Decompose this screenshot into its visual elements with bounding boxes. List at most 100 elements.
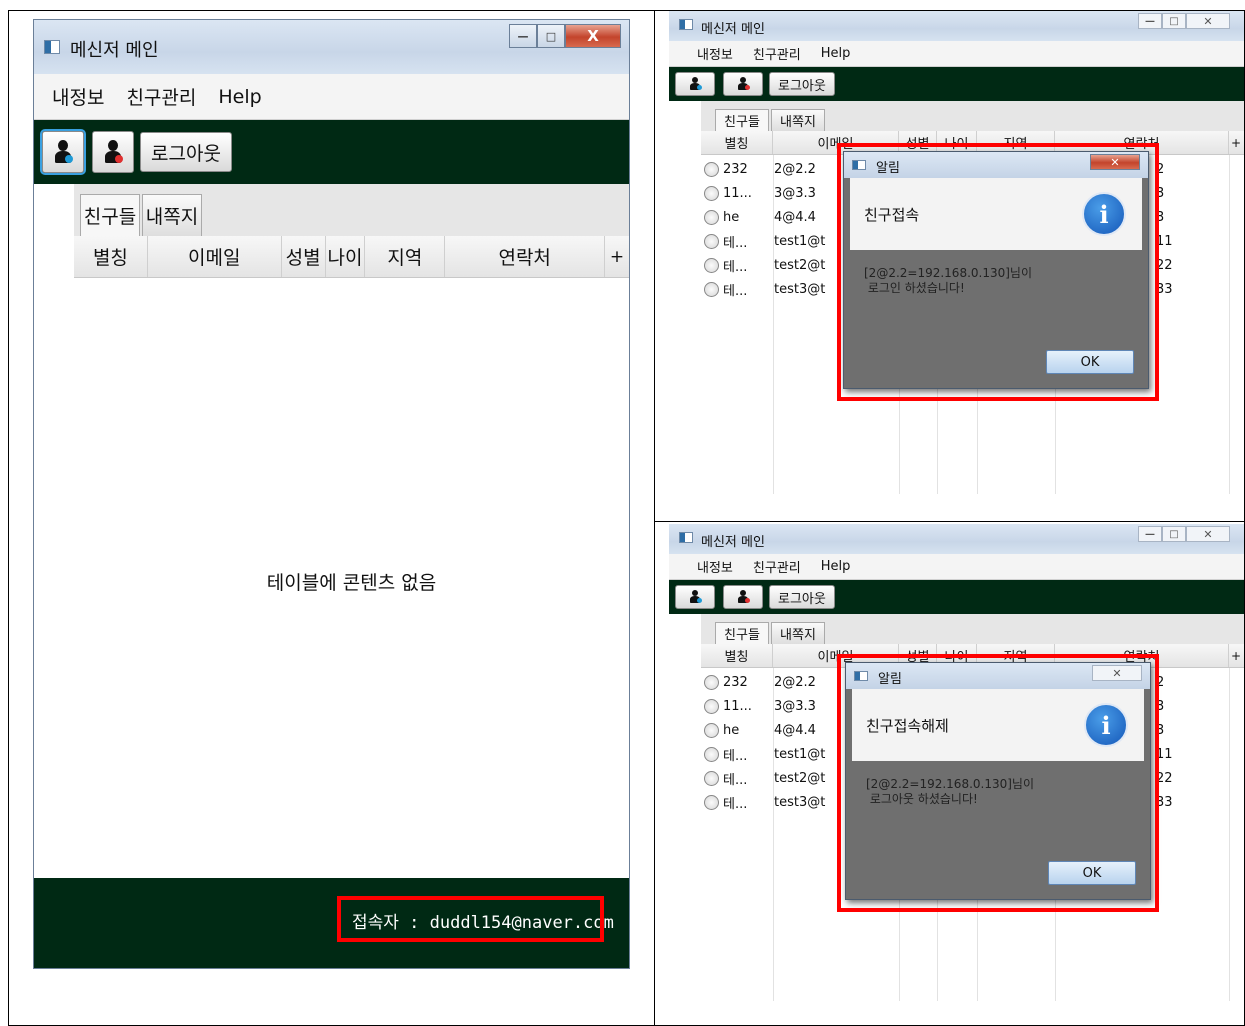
logout-button[interactable]: 로그아웃 (769, 72, 835, 96)
tab-friends[interactable]: 친구들 (715, 622, 769, 644)
menu-help[interactable]: Help (218, 86, 261, 108)
menu-help[interactable]: Help (821, 46, 851, 61)
cell-nickname: he (723, 209, 740, 225)
app-icon (679, 532, 693, 543)
add-friend-button[interactable] (42, 131, 84, 173)
close-button[interactable]: X (565, 24, 621, 48)
col-age[interactable]: 나이 (326, 236, 366, 277)
highlight-status (337, 896, 604, 942)
remove-user-icon (103, 140, 123, 164)
minimize-button[interactable]: — (509, 24, 537, 48)
friends-table[interactable]: 테이블에 콘텐츠 없음 (74, 278, 629, 879)
cell-nickname: 테... (723, 748, 748, 764)
cell-nickname: 232 (723, 674, 748, 690)
menu-my-info[interactable]: 내정보 (52, 83, 104, 110)
minimize-button[interactable]: — (1138, 13, 1162, 29)
row-radio[interactable] (704, 722, 719, 738)
menu-bar: 내정보 친구관리 Help (34, 74, 629, 120)
toolbar-bottom: 로그아웃 (669, 580, 1244, 614)
remove-friend-button[interactable] (723, 585, 763, 609)
cell-email: test1@t (774, 233, 826, 249)
caption-buttons-top: — □ ✕ (1138, 13, 1230, 29)
toolbar: 로그아웃 (34, 120, 629, 184)
add-friend-button[interactable] (675, 585, 715, 609)
row-radio[interactable] (704, 770, 719, 786)
col-region[interactable]: 지역 (365, 236, 446, 277)
cell-email: test2@t (774, 257, 826, 273)
menu-help[interactable]: Help (821, 559, 851, 574)
title-bar-bottom[interactable]: 메신저 메인 — □ ✕ (669, 524, 1244, 554)
title-bar[interactable]: 메신저 메인 — □ X (34, 20, 629, 74)
col-email[interactable]: 이메일 (148, 236, 282, 277)
toolbar-top: 로그아웃 (669, 67, 1244, 101)
column-menu-icon[interactable]: + (1229, 644, 1243, 667)
remove-friend-button[interactable] (92, 131, 134, 173)
row-radio[interactable] (704, 794, 719, 810)
row-radio[interactable] (704, 233, 719, 249)
row-radio[interactable] (704, 746, 719, 762)
cell-email: 3@3.3 (774, 185, 816, 201)
row-radio[interactable] (704, 281, 719, 297)
minimize-button[interactable]: — (1138, 526, 1162, 542)
tab-messages[interactable]: 내쪽지 (771, 109, 825, 131)
cell-email: test1@t (774, 746, 826, 762)
cell-email: test2@t (774, 770, 826, 786)
tab-messages[interactable]: 내쪽지 (142, 194, 202, 236)
close-button[interactable]: ✕ (1186, 13, 1230, 29)
logout-button[interactable]: 로그아웃 (140, 132, 232, 172)
window-title: 메신저 메인 (70, 40, 159, 61)
close-button[interactable]: ✕ (1186, 526, 1230, 542)
add-user-icon (689, 77, 702, 91)
row-radio[interactable] (704, 185, 719, 201)
caption-buttons: — □ X (509, 24, 621, 48)
menu-bar-bottom: 내정보 친구관리 Help (669, 554, 1244, 580)
column-menu-icon[interactable]: + (605, 236, 629, 277)
tab-friends[interactable]: 친구들 (715, 109, 769, 131)
maximize-button[interactable]: □ (1162, 13, 1186, 29)
app-icon (44, 40, 60, 54)
highlight-dialog-login (837, 143, 1159, 401)
menu-my-info[interactable]: 내정보 (697, 44, 733, 63)
add-friend-button[interactable] (675, 72, 715, 96)
messenger-main-window: 메신저 메인 — □ X 내정보 친구관리 Help 로그아웃 친구들 내쪽지 … (33, 19, 630, 969)
menu-friend-manage[interactable]: 친구관리 (753, 557, 801, 576)
col-phone[interactable]: 연락처 (445, 236, 606, 277)
column-menu-icon[interactable]: + (1229, 131, 1243, 154)
highlight-dialog-logout (837, 654, 1159, 912)
cell-nickname: 테... (723, 259, 748, 275)
row-radio[interactable] (704, 257, 719, 273)
cell-email: 3@3.3 (774, 698, 816, 714)
row-radio[interactable] (704, 674, 719, 690)
row-radio[interactable] (704, 209, 719, 225)
col-nickname[interactable]: 별칭 (74, 236, 148, 277)
logout-button[interactable]: 로그아웃 (769, 585, 835, 609)
remove-friend-button[interactable] (723, 72, 763, 96)
cell-nickname: 11... (723, 698, 752, 714)
tab-friends[interactable]: 친구들 (80, 194, 140, 236)
cell-email: 2@2.2 (774, 161, 816, 177)
right-top-panel: 메신저 메인 — □ ✕ 내정보 친구관리 Help 로그아웃 친구들 내쪽지 … (654, 10, 1245, 522)
maximize-button[interactable]: □ (1162, 526, 1186, 542)
cell-nickname: 테... (723, 283, 748, 299)
menu-my-info[interactable]: 내정보 (697, 557, 733, 576)
remove-user-icon (737, 77, 750, 91)
tab-bar: 친구들 내쪽지 (74, 184, 629, 236)
maximize-button[interactable]: □ (537, 24, 565, 48)
cell-nickname: 테... (723, 235, 748, 251)
tab-bar-top: 친구들 내쪽지 (701, 101, 1244, 131)
cell-email: test3@t (774, 794, 826, 810)
tab-bar-bottom: 친구들 내쪽지 (701, 614, 1244, 644)
cell-nickname: 테... (723, 772, 748, 788)
row-radio[interactable] (704, 161, 719, 177)
cell-nickname: 테... (723, 796, 748, 812)
menu-friend-manage[interactable]: 친구관리 (126, 83, 196, 110)
menu-friend-manage[interactable]: 친구관리 (753, 44, 801, 63)
left-panel: 메신저 메인 — □ X 내정보 친구관리 Help 로그아웃 친구들 내쪽지 … (8, 10, 655, 1026)
col-gender[interactable]: 성별 (282, 236, 326, 277)
title-bar-top[interactable]: 메신저 메인 — □ ✕ (669, 11, 1244, 41)
col-nickname[interactable]: 별칭 (701, 644, 773, 667)
app-icon (679, 19, 693, 30)
col-nickname[interactable]: 별칭 (701, 131, 773, 154)
row-radio[interactable] (704, 698, 719, 714)
tab-messages[interactable]: 내쪽지 (771, 622, 825, 644)
